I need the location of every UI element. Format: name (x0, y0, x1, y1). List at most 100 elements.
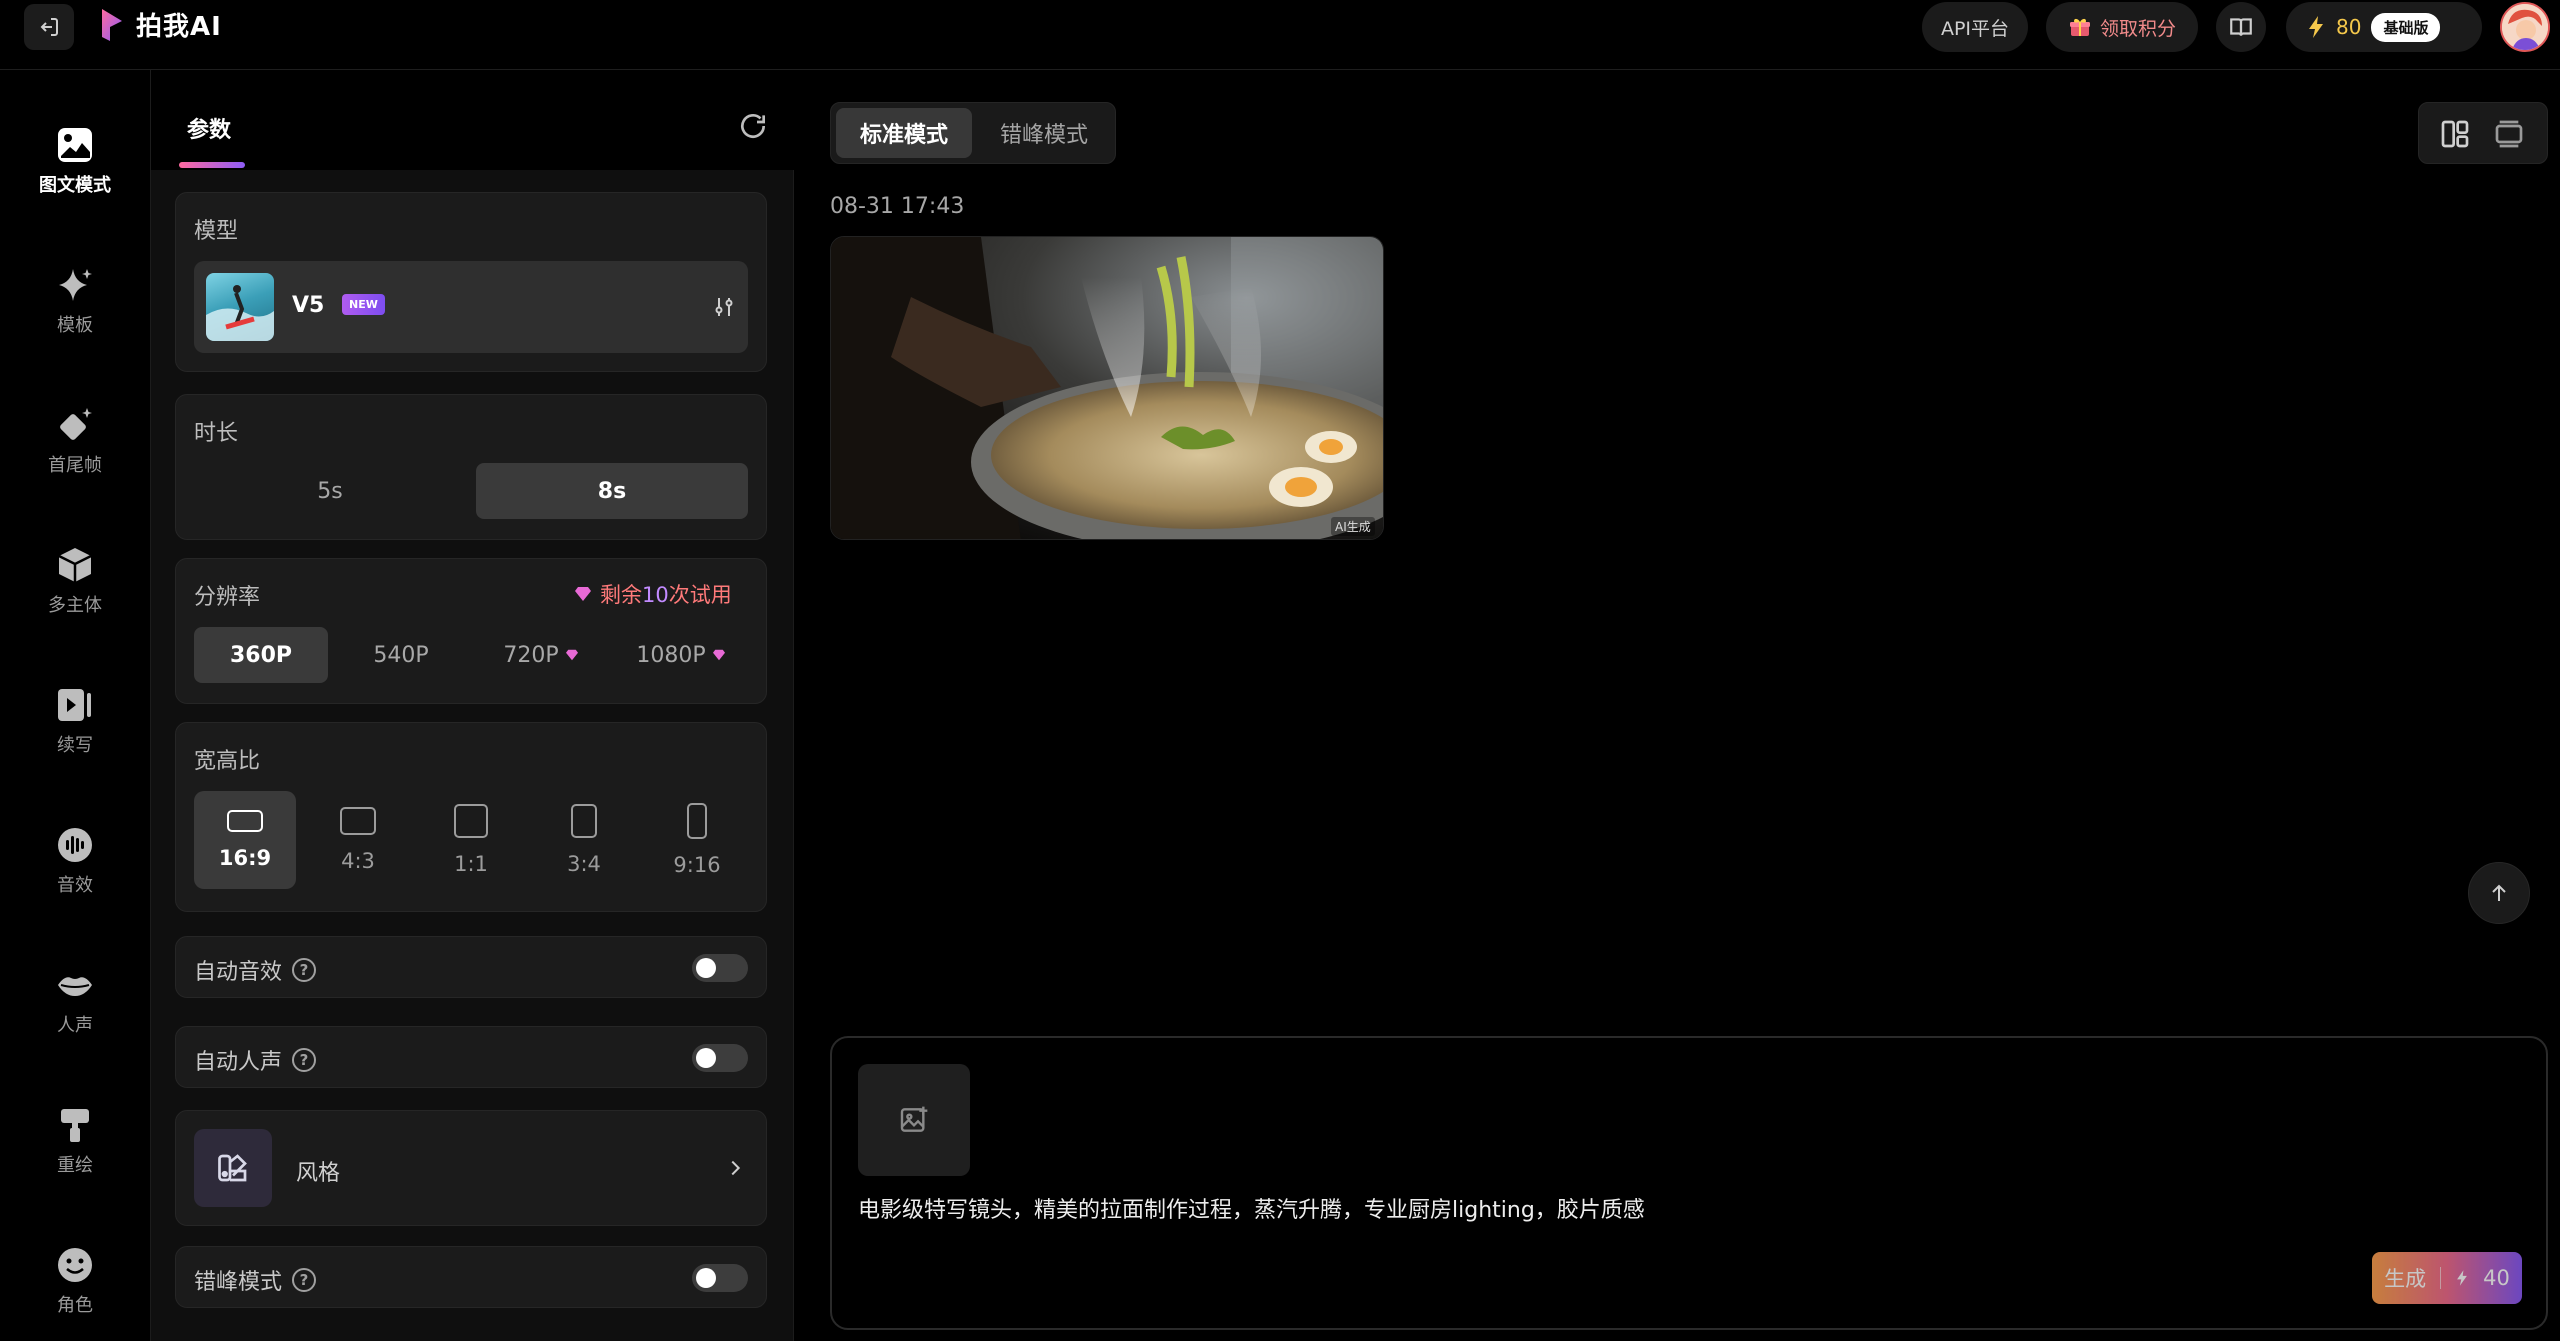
aspect-option-4-3[interactable]: 4:3 (307, 791, 409, 889)
help-icon[interactable]: ? (292, 1048, 317, 1072)
ratio-1-1-icon (454, 804, 488, 838)
ratio-3-4-icon (571, 804, 597, 838)
generated-video-thumbnail[interactable]: AI生成 (830, 236, 1384, 540)
panel-header: 参数 (151, 70, 795, 170)
auto-voice-toggle[interactable] (692, 1044, 748, 1072)
docs-button[interactable] (2216, 2, 2266, 52)
generate-label: 生成 (2384, 1267, 2427, 1291)
params-panel: 参数 模型 V5 NEW 时长 5s 8s 分辨率 剩余10次试用 360P 5… (150, 70, 795, 1341)
image-add-icon (900, 1106, 928, 1132)
gift-icon (2069, 18, 2090, 36)
style-card[interactable]: 风格 (175, 1110, 767, 1226)
aspect-label: 宽高比 (194, 749, 261, 774)
duration-option-5s[interactable]: 5s (194, 463, 466, 519)
mode-tabs: 标准模式 错峰模式 (830, 102, 1116, 164)
help-icon[interactable]: ? (292, 1268, 317, 1292)
app-logo[interactable]: 拍我AI (98, 6, 222, 43)
duration-label: 时长 (194, 421, 239, 446)
toggle-knob (696, 1048, 716, 1068)
reset-icon[interactable] (737, 110, 769, 142)
sparkle-icon (59, 269, 92, 301)
nav-label: 模板 (57, 315, 93, 336)
list-view-icon[interactable] (2493, 118, 2525, 150)
auto-sfx-toggle[interactable] (692, 954, 748, 982)
trial-suffix: 次试用 (668, 583, 732, 607)
aspect-option-1-1[interactable]: 1:1 (420, 791, 522, 889)
panel-title[interactable]: 参数 (187, 112, 231, 144)
ratio-4-3-icon (340, 807, 376, 835)
resolution-option-540p[interactable]: 540P (334, 627, 468, 683)
aspect-ratio-card: 宽高比 16:9 4:3 1:1 3:4 9:16 (175, 722, 767, 912)
api-platform-button[interactable]: API平台 (1922, 2, 2028, 52)
logout-icon (40, 18, 58, 36)
upload-image-button[interactable] (858, 1064, 970, 1176)
aspect-option-16-9[interactable]: 16:9 (194, 791, 296, 889)
chevron-right-icon (731, 1160, 741, 1176)
credits-pill[interactable]: 80 基础版 (2286, 2, 2482, 52)
tab-offpeak-mode[interactable]: 错峰模式 (977, 108, 1111, 158)
aspect-option-3-4[interactable]: 3:4 (533, 791, 635, 889)
logo-icon (102, 8, 122, 41)
help-icon[interactable]: ? (292, 958, 317, 982)
resolution-option-360p[interactable]: 360P (194, 627, 328, 683)
tab-standard-mode[interactable]: 标准模式 (836, 108, 972, 158)
gem-icon (712, 649, 725, 661)
ratio-16-9-icon (227, 810, 263, 832)
gem-icon (565, 649, 578, 661)
nav-label: 角色 (57, 1295, 93, 1316)
gem-icon (575, 587, 591, 601)
nav-character[interactable]: 角色 (0, 1226, 150, 1336)
nav-template[interactable]: 模板 (0, 246, 150, 356)
lips-icon (58, 977, 92, 996)
aspect-option-9-16[interactable]: 9:16 (646, 791, 748, 889)
back-button[interactable] (24, 4, 74, 50)
diamond-sparkle-icon (60, 408, 92, 440)
auto-sfx-card: 自动音效 ? (175, 936, 767, 998)
nav-sfx[interactable]: 音效 (0, 806, 150, 916)
generate-cost: 40 (2483, 1266, 2510, 1290)
surfer-thumbnail-icon (206, 285, 274, 341)
style-icon-box (194, 1129, 272, 1207)
duration-card: 时长 5s 8s (175, 394, 767, 540)
generate-button[interactable]: 生成 40 (2372, 1252, 2522, 1304)
nav-label: 图文模式 (39, 175, 111, 196)
claim-credits-button[interactable]: 领取积分 (2046, 2, 2198, 52)
toggle-knob (696, 1268, 716, 1288)
user-avatar[interactable] (2500, 2, 2550, 52)
resolution-option-1080p[interactable]: 1080P (614, 627, 748, 683)
nav-image-text-mode[interactable]: 图文模式 (0, 106, 150, 216)
tune-icon[interactable] (712, 295, 736, 319)
smiley-icon (58, 1248, 92, 1282)
offpeak-toggle[interactable] (692, 1264, 748, 1292)
plan-badge[interactable]: 基础版 (2371, 12, 2441, 42)
nav-first-last-frame[interactable]: 首尾帧 (0, 386, 150, 496)
view-toggle (2418, 102, 2548, 164)
trial-count: 10 (642, 583, 669, 607)
app-name: 拍我AI (136, 12, 222, 42)
ratio-label: 1:1 (454, 852, 488, 876)
prompt-composer: 电影级特写镜头，精美的拉面制作过程，蒸汽升腾，专业厨房lighting，胶片质感… (830, 1036, 2548, 1330)
ratio-label: 3:4 (567, 852, 601, 876)
auto-voice-card: 自动人声 ? (175, 1026, 767, 1088)
nav-multi-subject[interactable]: 多主体 (0, 526, 150, 636)
toggle-knob (696, 958, 716, 978)
image-icon (58, 128, 92, 162)
result-timestamp: 08-31 17:43 (830, 194, 965, 219)
model-name: V5 (292, 293, 325, 318)
grid-view-icon[interactable] (2439, 118, 2471, 150)
avatar-icon (2502, 4, 2548, 50)
model-selector[interactable]: V5 NEW (194, 261, 748, 353)
prompt-input[interactable]: 电影级特写镜头，精美的拉面制作过程，蒸汽升腾，专业厨房lighting，胶片质感 (858, 1192, 1645, 1224)
nav-label: 音效 (57, 875, 93, 896)
video-play-icon (58, 689, 91, 721)
nav-repaint[interactable]: 重绘 (0, 1086, 150, 1196)
nav-voice[interactable]: 人声 (0, 946, 150, 1056)
ratio-label: 9:16 (673, 853, 721, 877)
nav-label: 首尾帧 (48, 455, 102, 476)
scroll-top-button[interactable] (2468, 862, 2530, 924)
resolution-option-720p[interactable]: 720P (474, 627, 608, 683)
ramen-scene-image (831, 237, 1383, 539)
nav-continue[interactable]: 续写 (0, 666, 150, 776)
duration-option-8s[interactable]: 8s (476, 463, 748, 519)
new-badge: NEW (342, 294, 385, 315)
